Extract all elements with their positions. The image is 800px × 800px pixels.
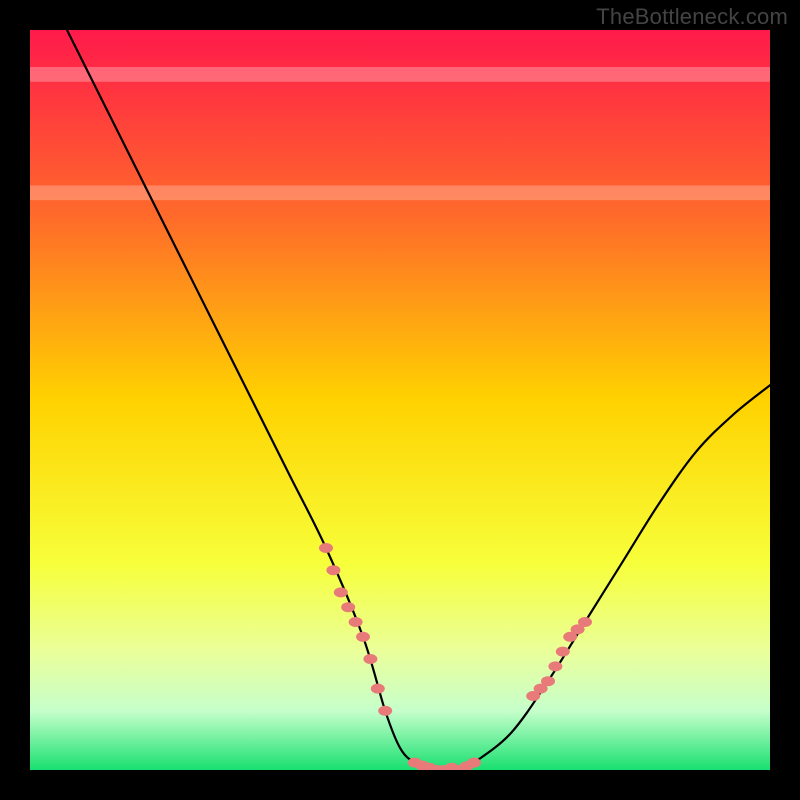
chart-background bbox=[30, 30, 770, 770]
plot-area bbox=[30, 30, 770, 770]
highlight-point bbox=[467, 758, 481, 768]
highlight-point bbox=[341, 602, 355, 612]
highlight-point bbox=[326, 565, 340, 575]
highlight-point bbox=[363, 654, 377, 664]
chart-frame: TheBottleneck.com bbox=[0, 0, 800, 800]
highlight-point bbox=[334, 587, 348, 597]
watermark-text: TheBottleneck.com bbox=[596, 4, 788, 30]
chart-svg bbox=[30, 30, 770, 770]
highlight-point bbox=[578, 617, 592, 627]
highlight-point bbox=[371, 684, 385, 694]
highlight-point bbox=[356, 632, 370, 642]
highlight-band bbox=[30, 67, 770, 82]
highlight-point bbox=[319, 543, 333, 553]
highlight-point bbox=[541, 676, 555, 686]
highlight-point bbox=[378, 706, 392, 716]
highlight-point bbox=[556, 647, 570, 657]
highlight-point bbox=[548, 661, 562, 671]
highlight-point bbox=[349, 617, 363, 627]
highlight-band bbox=[30, 185, 770, 200]
